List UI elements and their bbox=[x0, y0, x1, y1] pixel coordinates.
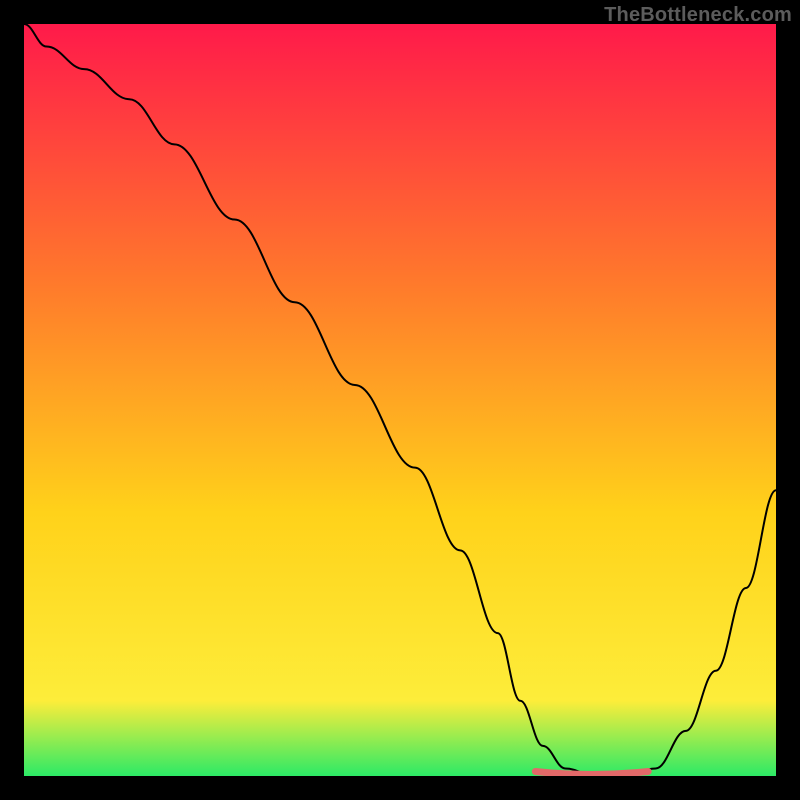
curve-layer bbox=[24, 24, 776, 776]
chart-frame: TheBottleneck.com bbox=[0, 0, 800, 800]
plot-area bbox=[24, 24, 776, 776]
optimal-marker bbox=[535, 771, 648, 774]
bottleneck-curve-path bbox=[24, 24, 776, 776]
watermark-label: TheBottleneck.com bbox=[604, 4, 792, 27]
